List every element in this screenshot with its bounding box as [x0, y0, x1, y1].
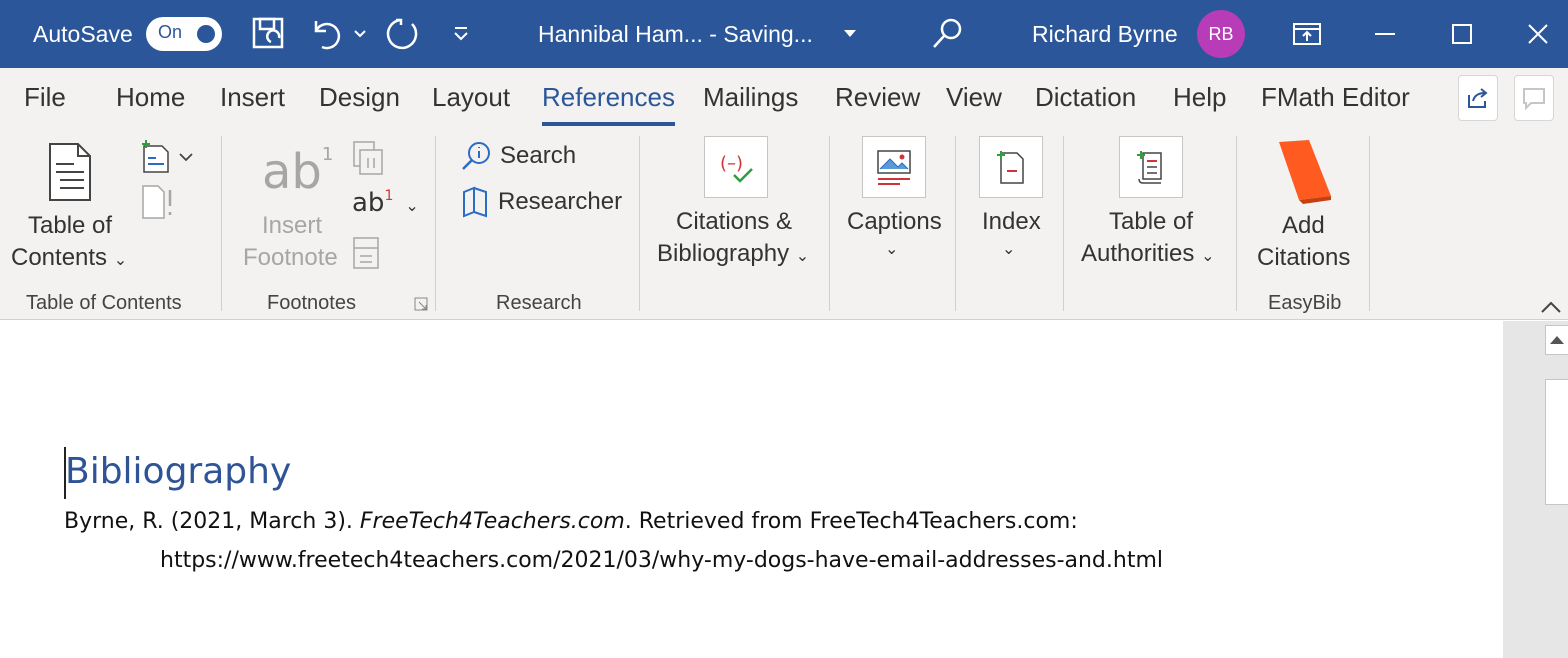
next-footnote-icon[interactable]: ab1 ⌄ [352, 188, 419, 218]
maximize-icon[interactable] [1442, 0, 1482, 68]
scroll-up-button[interactable] [1545, 325, 1568, 355]
researcher-label: Researcher [498, 188, 623, 215]
add-text-icon[interactable] [140, 140, 198, 179]
chevron-down-icon[interactable]: ⌄ [1002, 234, 1015, 266]
tab-design[interactable]: Design [319, 82, 400, 113]
comment-icon [1523, 88, 1545, 111]
bibliography-heading[interactable]: Bibliography [65, 451, 291, 492]
title-dropdown-icon[interactable] [830, 0, 870, 68]
group-label-footnotes: Footnotes [267, 292, 356, 314]
toc-label-line1[interactable]: Table of [28, 210, 112, 242]
tab-file[interactable]: File [24, 82, 66, 113]
tab-references[interactable]: References [542, 82, 675, 126]
search-button[interactable]: Search [460, 140, 576, 172]
undo-dropdown-icon[interactable] [340, 0, 380, 68]
tab-review[interactable]: Review [835, 82, 920, 113]
ribbon-panel: Table of Contents ⌄ Table of Contents ab… [0, 128, 1568, 320]
index-icon[interactable] [979, 136, 1043, 198]
undo-icon[interactable] [305, 0, 345, 68]
citations-button[interactable]: Bibliography ⌄ [657, 238, 809, 273]
insert-endnote-icon [350, 140, 386, 181]
authorities-button[interactable]: Authorities ⌄ [1081, 238, 1214, 273]
toc-label-line2: Contents [11, 244, 108, 271]
researcher-icon [463, 186, 487, 218]
avatar[interactable]: RB [1197, 10, 1245, 58]
tab-help[interactable]: Help [1173, 82, 1226, 113]
group-label-research: Research [496, 292, 582, 314]
captions-icon[interactable] [862, 136, 926, 198]
tab-home[interactable]: Home [116, 82, 185, 113]
document-title[interactable]: Hannibal Ham... - Saving... [538, 0, 813, 68]
autosave-toggle[interactable]: On [146, 0, 222, 68]
search-icon[interactable] [927, 0, 967, 68]
autosave-label: AutoSave [33, 20, 133, 47]
tab-layout[interactable]: Layout [432, 82, 510, 113]
search-label: Search [500, 142, 577, 169]
group-separator [639, 136, 640, 311]
group-separator [435, 136, 436, 311]
chevron-down-icon: ⌄ [795, 248, 810, 265]
group-separator [829, 136, 830, 311]
vertical-scrollbar[interactable] [1503, 321, 1568, 658]
group-separator [1063, 136, 1064, 311]
smart-lookup-icon [462, 142, 490, 170]
toc-button[interactable]: Contents ⌄ [11, 242, 127, 277]
authorities-label-line2: Authorities [1081, 240, 1195, 267]
group-separator [221, 136, 222, 311]
footnote-label-line1: Insert [262, 212, 323, 239]
document-page[interactable]: Bibliography Byrne, R. (2021, March 3). … [0, 321, 1503, 658]
insert-footnote-icon: ab1 [262, 144, 334, 200]
group-label-toc: Table of Contents [26, 292, 182, 314]
group-separator [955, 136, 956, 311]
save-icon[interactable] [249, 0, 289, 68]
close-icon[interactable] [1518, 0, 1558, 68]
scroll-up-icon [1550, 336, 1564, 344]
tab-mailings[interactable]: Mailings [703, 82, 798, 113]
redo-icon[interactable] [384, 0, 424, 68]
citations-label-line1[interactable]: Citations & [676, 206, 792, 238]
group-separator [1236, 136, 1237, 311]
minimize-icon[interactable] [1365, 0, 1405, 68]
entry-prefix: Byrne, R. (2021, March 3). [64, 509, 360, 534]
table-of-contents-icon[interactable] [46, 142, 94, 207]
user-name[interactable]: Richard Byrne [1032, 0, 1178, 68]
chevron-down-icon: ⌄ [1201, 248, 1215, 265]
group-separator [1369, 136, 1370, 311]
table-of-authorities-icon[interactable] [1119, 136, 1183, 198]
citations-icon[interactable]: (–) [704, 136, 768, 198]
svg-text:(–): (–) [720, 153, 743, 174]
title-bar: AutoSave On Hannibal Ham... - Saving... … [0, 0, 1568, 68]
entry-suffix: . Retrieved from FreeTech4Teachers.com: [624, 509, 1078, 534]
update-table-icon [140, 184, 176, 225]
show-notes-icon [352, 236, 380, 275]
entry-title: FreeTech4Teachers.com [359, 509, 625, 534]
ribbon-tabs: File Home Insert Design Layout Reference… [0, 68, 1568, 128]
bibliography-entry[interactable]: Byrne, R. (2021, March 3). FreeTech4Teac… [64, 509, 1078, 534]
authorities-label-line1[interactable]: Table of [1109, 206, 1193, 238]
autosave-state: On [158, 22, 183, 42]
tab-insert[interactable]: Insert [220, 82, 285, 113]
chevron-down-icon: ⌄ [113, 252, 128, 269]
tab-dictation[interactable]: Dictation [1035, 82, 1136, 113]
citations-label-line2: Bibliography [657, 240, 790, 267]
scroll-thumb[interactable] [1545, 379, 1568, 505]
share-button[interactable] [1458, 75, 1498, 121]
dialog-launcher-icon[interactable] [413, 296, 429, 317]
footnote-label-line2: Footnote [243, 244, 338, 271]
easybib-book-icon[interactable] [1273, 138, 1335, 209]
comments-button[interactable] [1514, 75, 1554, 121]
tab-fmath-editor[interactable]: FMath Editor [1261, 82, 1410, 113]
collapse-ribbon-icon[interactable] [1540, 300, 1562, 319]
group-label-easybib: EasyBib [1268, 292, 1342, 314]
add-citations-label-line2[interactable]: Citations [1257, 242, 1350, 274]
add-citations-label-line1[interactable]: Add [1282, 210, 1325, 242]
share-icon [1468, 88, 1488, 108]
researcher-button[interactable]: Researcher [460, 186, 622, 218]
chevron-down-icon[interactable]: ⌄ [885, 234, 898, 266]
tab-view[interactable]: View [946, 82, 1002, 113]
entry-url[interactable]: https://www.freetech4teachers.com/2021/0… [160, 548, 1163, 573]
customize-toolbar-icon[interactable] [441, 0, 481, 68]
ribbon-display-options-icon[interactable] [1287, 0, 1327, 68]
